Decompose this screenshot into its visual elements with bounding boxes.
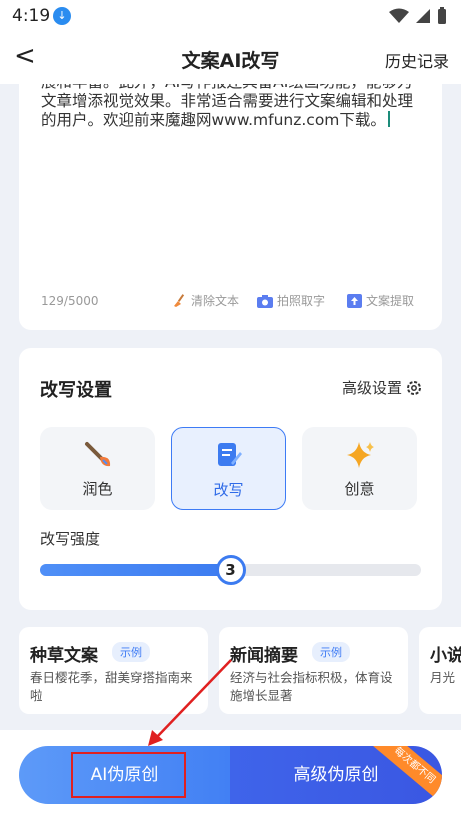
status-icons — [389, 7, 447, 25]
document-edit-icon — [172, 441, 285, 469]
highlight-box — [71, 752, 186, 798]
mode-rewrite[interactable]: 改写 — [171, 427, 286, 510]
strength-slider[interactable]: 3 — [40, 555, 421, 585]
upload-icon — [347, 293, 362, 308]
rewrite-settings-panel: 改写设置 高级设置 润色 改写 创意 改写强度 3 — [19, 348, 442, 610]
gear-icon — [407, 380, 421, 395]
mode-rewrite-label: 改写 — [213, 481, 244, 499]
editor-line: 展和丰富。此外，AI写作报还具备AI绘画功能，能够为 — [41, 84, 427, 92]
mode-polish[interactable]: 润色 — [40, 427, 155, 510]
settings-title: 改写设置 — [40, 380, 112, 401]
char-counter: 129/5000 — [41, 294, 99, 308]
template-badge: 示例 — [312, 642, 350, 662]
text-editor[interactable]: 展和丰富。此外，AI写作报还具备AI绘画功能，能够为 文章增添视觉效果。非常适合… — [19, 84, 442, 330]
broom-icon — [174, 294, 185, 307]
sparkle-icon — [302, 440, 417, 468]
template-card[interactable]: 新闻摘要 示例 经济与社会指标积极，体育设施增长显著 — [219, 627, 408, 714]
strength-slider-fill — [40, 564, 231, 576]
text-caret — [387, 111, 390, 127]
mode-polish-label: 润色 — [82, 480, 113, 498]
template-desc: 月光 — [430, 670, 456, 685]
strength-slider-knob[interactable]: 3 — [215, 555, 246, 585]
mode-creative-label: 创意 — [344, 480, 375, 498]
template-card[interactable]: 种草文案 示例 春日樱花季，甜美穿搭指南来啦 — [19, 627, 208, 714]
template-card[interactable]: 小说 月光 — [419, 627, 461, 714]
extract-text-label: 文案提取 — [366, 294, 415, 308]
signal-icon — [416, 9, 430, 23]
editor-line: 文章增添视觉效果。非常适合需要进行文案编辑和处理 — [41, 92, 414, 110]
battery-icon — [438, 7, 446, 24]
history-button[interactable]: 历史记录 — [385, 48, 449, 72]
template-name: 小说 — [430, 646, 461, 666]
camera-icon — [257, 294, 273, 308]
template-desc: 经济与社会指标积极，体育设施增长显著 — [230, 670, 393, 703]
clear-text-button[interactable]: 清除文本 — [172, 292, 239, 309]
strength-label: 改写强度 — [40, 530, 101, 548]
editor-text-area[interactable]: 展和丰富。此外，AI写作报还具备AI绘画功能，能够为 文章增添视觉效果。非常适合… — [41, 84, 427, 140]
status-time: 4:19 — [12, 6, 51, 26]
mode-creative[interactable]: 创意 — [302, 427, 417, 510]
advanced-settings-label: 高级设置 — [341, 379, 402, 397]
template-badge: 示例 — [112, 642, 150, 662]
template-desc: 春日樱花季，甜美穿搭指南来啦 — [30, 670, 193, 703]
editor-line: 的用户。欢迎前来魔趣网www.mfunz.com下载。 — [41, 111, 386, 129]
app-header: < 文案AI改写 历史记录 — [0, 32, 461, 84]
bottom-action-bar: AI伪原创 高级伪原创 每次都不同 — [0, 730, 461, 820]
photo-ocr-label: 拍照取字 — [277, 294, 326, 308]
wifi-icon — [389, 8, 409, 23]
download-icon: ↓ — [53, 7, 71, 25]
template-name: 新闻摘要 — [230, 646, 298, 666]
photo-ocr-button[interactable]: 拍照取字 — [257, 292, 325, 309]
extract-text-button[interactable]: 文案提取 — [347, 292, 414, 309]
clear-text-label: 清除文本 — [191, 294, 240, 308]
advanced-settings-button[interactable]: 高级设置 — [342, 377, 422, 398]
paintbrush-icon — [40, 440, 155, 468]
template-name: 种草文案 — [30, 646, 98, 666]
status-bar: 4:19 ↓ — [0, 0, 461, 32]
